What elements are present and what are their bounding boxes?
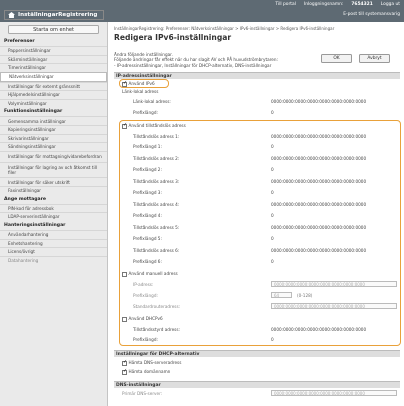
dhcp-options-header: Inställningar för DHCP-alternativ: [114, 350, 400, 357]
link-local-value: 0000:0000:0000:0000:0000:0000:0000:0000: [271, 99, 367, 104]
restart-device-button[interactable]: Starta om enhet: [8, 25, 99, 34]
sidebar-item-printer[interactable]: Skrivarinställningar: [0, 133, 107, 143]
sidebar-item-user-management[interactable]: Användarhantering: [0, 229, 107, 239]
sidebar-item-copy[interactable]: Kopieringsinställningar: [0, 125, 107, 134]
primary-dns-label: Primär DNS-server:: [122, 391, 163, 396]
login-name-label: Inloggningsnamn:: [303, 2, 344, 7]
intro-text: Ändra följande inställningar. Följande ä…: [114, 52, 324, 68]
app-title: InställningarRegistrering: [4, 10, 105, 20]
sidebar-item-common[interactable]: Gemensamma inställningar: [0, 116, 107, 125]
sidebar-section-management: Hanteringsinställningar: [4, 222, 66, 228]
dns-section-header: DNS-inställningar: [114, 381, 400, 388]
breadcrumb: InställningarRegistrering: Preferenser: …: [114, 26, 335, 31]
sidebar-item-accessibility[interactable]: Hjälpmedelsinställningar: [0, 90, 107, 99]
sidebar-item-fax[interactable]: Faxinställningar: [0, 186, 107, 195]
home-icon: [8, 12, 15, 18]
sidebar-item-secure-print[interactable]: Inställningar för säker utskrift: [0, 177, 107, 186]
sidebar-item-send[interactable]: Sändningsinställningar: [0, 142, 107, 151]
sidebar-section-destinations: Ange mottagare: [4, 196, 47, 202]
stateless-manual-dhcp-highlight: [119, 120, 401, 346]
page-title: Redigera IPv6-inställningar: [114, 33, 232, 42]
login-name-value: 7654321: [351, 2, 373, 7]
primary-dns-input[interactable]: 0000:0000:0000:0000:0000:0000:0000:0000: [271, 390, 397, 397]
dhcp-get-domain-row[interactable]: Hämta domännamn: [122, 368, 171, 375]
dhcp-get-domain-checkbox[interactable]: [122, 368, 127, 375]
sidebar-item-ldap[interactable]: LDAP-serverinställningar: [0, 212, 107, 221]
sidebar-item-external-interface[interactable]: Inställningar för externt gränssnitt: [0, 81, 107, 91]
sidebar-item-data[interactable]: Datahantering: [0, 255, 107, 265]
app-title-text: InställningarRegistrering: [18, 12, 98, 18]
sidebar-item-addressbook-pin[interactable]: PIN-kod för adressbok: [0, 203, 107, 213]
sidebar: Starta om enhet Preferenser Pappersinstä…: [0, 22, 108, 406]
ip-section-header: IP-adressinställningar: [114, 72, 400, 79]
ok-button[interactable]: OK: [321, 54, 352, 63]
sidebar-item-license[interactable]: Licens/övrigt: [0, 247, 107, 256]
sidebar-item-network[interactable]: Nätverksinställningar: [0, 71, 107, 82]
sidebar-section-preferences: Preferenser: [4, 39, 35, 44]
link-local-label: Länk-lokal adress:: [133, 99, 171, 104]
sidebar-item-volume[interactable]: Volyminställningar: [0, 98, 107, 108]
sidebar-item-device-management[interactable]: Enhetshantering: [0, 238, 107, 248]
link-local-prefix-value: 0: [271, 110, 274, 115]
logout-link[interactable]: Logga ut: [381, 2, 400, 7]
dhcp-get-dns-row[interactable]: Hämta DNS-serveradress: [122, 359, 182, 366]
sidebar-item-timer[interactable]: Timerinställningar: [0, 63, 107, 72]
dhcp-get-domain-label: Hämta domännamn: [128, 369, 171, 374]
dhcp-get-dns-label: Hämta DNS-serveradress: [128, 360, 182, 365]
admin-email-link[interactable]: E-post till systemansvarig: [343, 12, 400, 17]
use-ipv6-highlight: [119, 78, 169, 88]
sidebar-item-display[interactable]: Skärminställningar: [0, 54, 107, 64]
sidebar-item-store-access[interactable]: Inställningar för lagring av och åtkomst…: [0, 161, 107, 178]
sidebar-item-receive-forward[interactable]: Inställningar för mottagning/vidarebefor…: [0, 150, 107, 162]
dhcp-get-dns-checkbox[interactable]: [122, 359, 127, 366]
main-content: InställningarRegistrering: Preferenser: …: [110, 22, 404, 406]
sidebar-item-paper[interactable]: Pappersinställningar: [0, 46, 107, 55]
cancel-button[interactable]: Avbryt: [359, 54, 390, 63]
sidebar-section-functions: Funktionsinställningar: [4, 109, 63, 115]
top-bar: InställningarRegistrering Till portal In…: [0, 0, 404, 22]
link-local-prefix-label: Prefixlängd:: [133, 110, 158, 115]
intro-line-3: - IP-adressinställningar, Inställningar …: [114, 62, 272, 68]
link-local-header: Länk-lokal adress: [122, 89, 159, 94]
portal-link[interactable]: Till portal: [275, 2, 296, 7]
header-links: Till portal Inloggningsnamn: 7654321 Log…: [275, 2, 400, 7]
